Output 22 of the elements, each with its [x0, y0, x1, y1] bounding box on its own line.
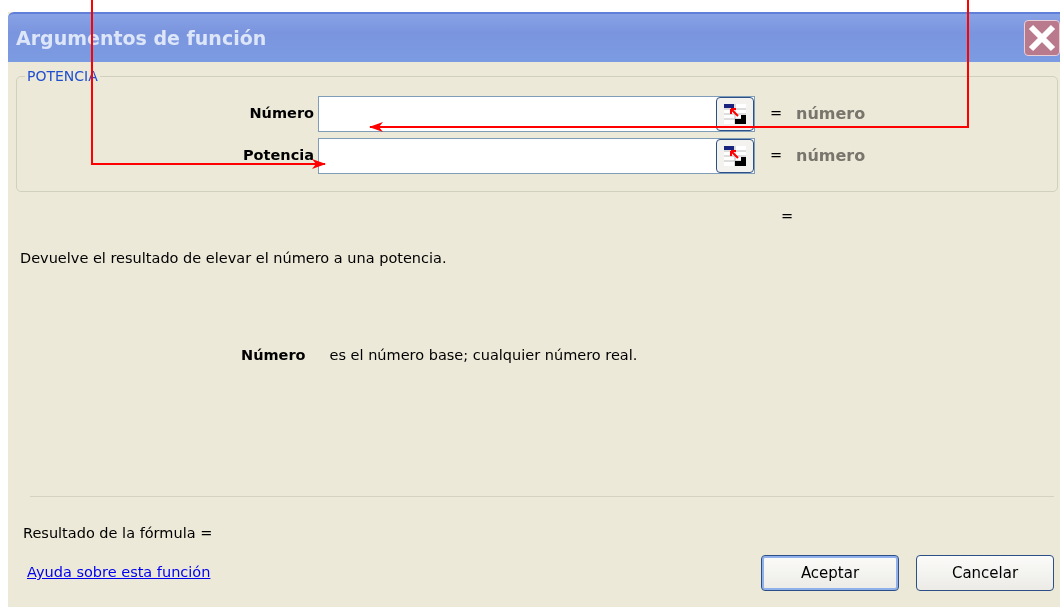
- function-description: Devuelve el resultado de elevar el número a una potencia.: [20, 249, 447, 266]
- equals-sign: =: [770, 146, 782, 166]
- equals-sign: =: [770, 104, 782, 124]
- cell-reference-icon: [723, 103, 747, 125]
- cancel-button[interactable]: Cancelar: [916, 555, 1054, 591]
- argument-type-hint: número: [796, 145, 866, 167]
- collapse-dialog-button[interactable]: [716, 139, 754, 173]
- formula-result: Resultado de la fórmula =: [23, 525, 213, 542]
- cell-reference-icon: [723, 145, 747, 167]
- argument-label: Potencia: [241, 146, 315, 166]
- argument-name: Número: [241, 345, 306, 365]
- accept-button[interactable]: Aceptar: [761, 555, 899, 591]
- result-equals: =: [781, 208, 794, 224]
- collapse-dialog-button[interactable]: [716, 97, 754, 131]
- close-icon: [1027, 23, 1057, 53]
- argument-label: Número: [248, 104, 315, 124]
- help-link[interactable]: Ayuda sobre esta función: [27, 562, 211, 584]
- input-field[interactable]: [318, 138, 755, 174]
- argument-type-hint: número: [796, 103, 866, 125]
- argument-description: es el número base; cualquier número real.: [329, 345, 638, 365]
- input-field[interactable]: [318, 96, 755, 132]
- close-button[interactable]: [1024, 20, 1060, 56]
